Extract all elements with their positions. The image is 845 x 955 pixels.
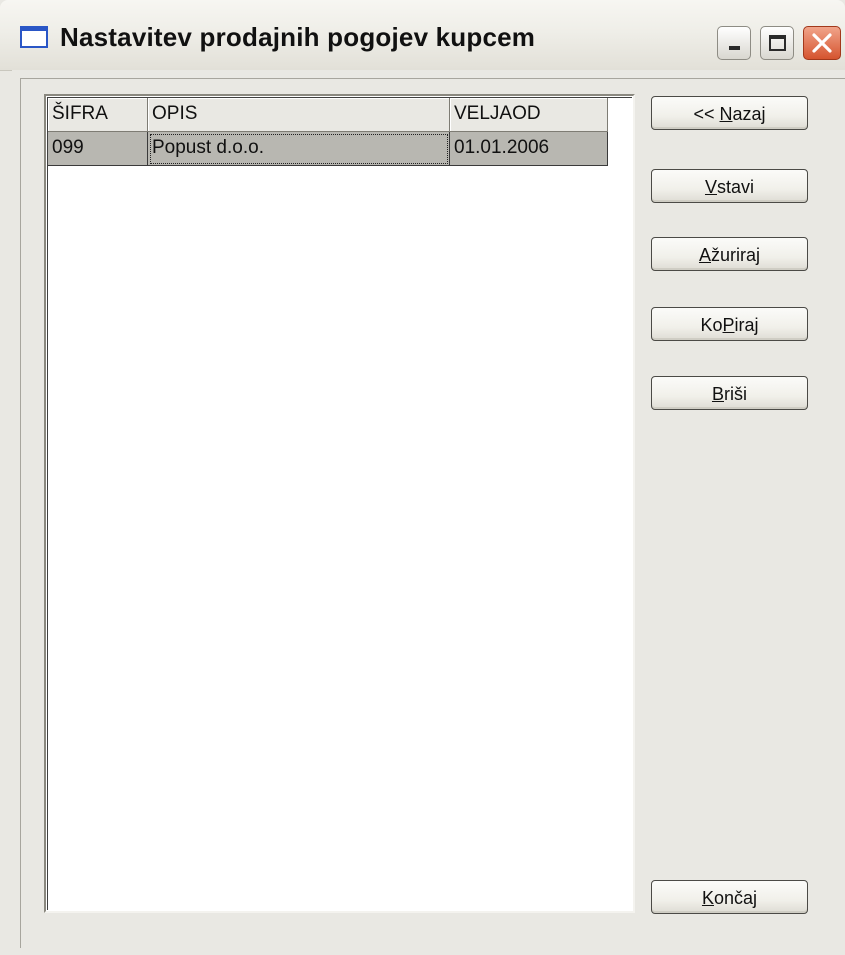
- column-header-veljaod[interactable]: VELJAOD: [450, 98, 608, 132]
- close-button[interactable]: [803, 26, 841, 60]
- window: Nastavitev prodajnih pogojev kupcem ŠIFR…: [0, 0, 845, 955]
- update-label-after: žuriraj: [711, 245, 761, 265]
- table-row[interactable]: 099 Popust d.o.o. 01.01.2006: [48, 132, 608, 166]
- insert-label-after: stavi: [717, 177, 755, 197]
- delete-label-after: riši: [724, 384, 747, 404]
- copy-button[interactable]: KoPiraj: [651, 307, 808, 341]
- copy-mnemonic: P: [722, 315, 735, 335]
- update-button[interactable]: Ažuriraj: [651, 237, 808, 271]
- cell-sifra[interactable]: 099: [48, 132, 148, 166]
- column-header-sifra[interactable]: ŠIFRA: [48, 98, 148, 132]
- maximize-icon: [769, 35, 786, 51]
- window-title: Nastavitev prodajnih pogojev kupcem: [60, 22, 536, 52]
- title-bar[interactable]: Nastavitev prodajnih pogojev kupcem: [0, 0, 845, 71]
- finish-mnemonic: K: [701, 888, 714, 908]
- delete-mnemonic: B: [711, 384, 724, 404]
- finish-label-after: ončaj: [713, 888, 758, 908]
- close-icon: [812, 33, 832, 53]
- back-button[interactable]: << Nazaj: [651, 96, 808, 130]
- cell-opis[interactable]: Popust d.o.o.: [148, 132, 450, 166]
- finish-button[interactable]: Končaj: [651, 880, 808, 914]
- delete-button[interactable]: Briši: [651, 376, 808, 410]
- back-label-after: azaj: [732, 104, 766, 124]
- minimize-button[interactable]: [717, 26, 751, 60]
- minimize-icon: [729, 46, 740, 50]
- window-icon: [20, 26, 48, 48]
- insert-mnemonic: V: [704, 177, 717, 197]
- maximize-button[interactable]: [760, 26, 794, 60]
- copy-label-after: iraj: [734, 315, 759, 335]
- grid-header-row: ŠIFRA OPIS VELJAOD: [48, 98, 608, 132]
- update-mnemonic: A: [698, 245, 711, 265]
- cell-veljaod[interactable]: 01.01.2006: [450, 132, 608, 166]
- copy-label-before: Ko: [700, 315, 723, 335]
- insert-button[interactable]: Vstavi: [651, 169, 808, 203]
- back-mnemonic: N: [719, 104, 733, 124]
- grid-body: ŠIFRA OPIS VELJAOD 099 Popust d.o.o. 01.…: [47, 97, 632, 910]
- column-header-opis[interactable]: OPIS: [148, 98, 450, 132]
- data-grid[interactable]: ŠIFRA OPIS VELJAOD 099 Popust d.o.o. 01.…: [44, 94, 635, 913]
- back-label-before: <<: [693, 104, 720, 124]
